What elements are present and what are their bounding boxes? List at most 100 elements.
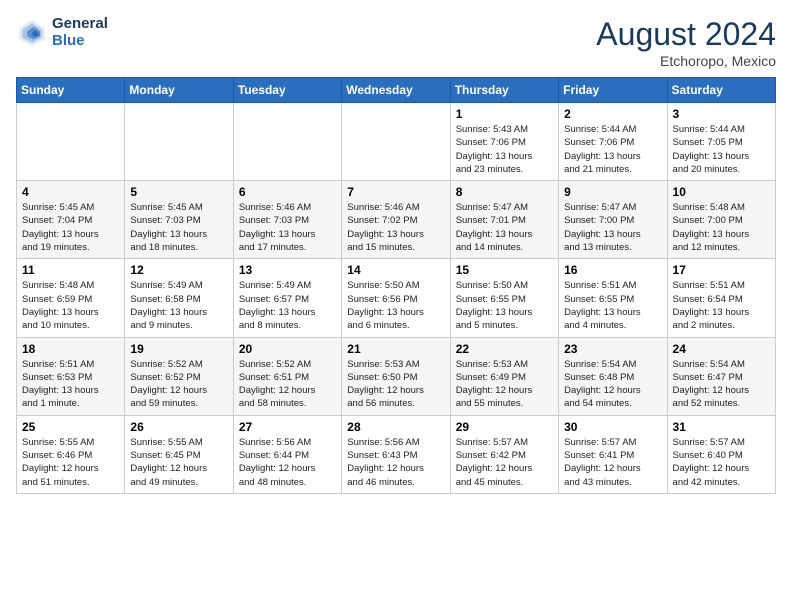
calendar-cell [17, 103, 125, 181]
calendar-cell: 19 Sunrise: 5:52 AM Sunset: 6:52 PM Dayli… [125, 337, 233, 415]
logo-icon [16, 17, 48, 49]
logo: General Blue [16, 16, 108, 49]
calendar-cell: 25 Sunrise: 5:55 AM Sunset: 6:46 PM Dayli… [17, 415, 125, 493]
day-info: Sunrise: 5:48 AM Sunset: 7:00 PM Dayligh… [673, 201, 770, 254]
calendar-cell: 12Sunrise: 5:49 AM Sunset: 6:58 PM Dayli… [125, 259, 233, 337]
day-number: 12 [130, 263, 227, 277]
day-info: Sunrise: 5:47 AM Sunset: 7:01 PM Dayligh… [456, 201, 553, 254]
day-info: Sunrise: 5:46 AM Sunset: 7:02 PM Dayligh… [347, 201, 444, 254]
calendar-cell: 16 Sunrise: 5:51 AM Sunset: 6:55 PM Dayli… [559, 259, 667, 337]
day-number: 19 [130, 342, 227, 356]
logo-general: General [52, 16, 108, 33]
header-thursday: Thursday [450, 78, 558, 103]
week-row-4: 18Sunrise: 5:51 AM Sunset: 6:53 PM Dayli… [17, 337, 776, 415]
day-info: Sunrise: 5:43 AM Sunset: 7:06 PM Dayligh… [456, 123, 553, 176]
day-info: Sunrise: 5:48 AM Sunset: 6:59 PM Dayligh… [22, 279, 119, 332]
day-info: Sunrise: 5:46 AM Sunset: 7:03 PM Dayligh… [239, 201, 336, 254]
day-number: 3 [673, 107, 770, 121]
day-number: 14 [347, 263, 444, 277]
day-info: Sunrise: 5:44 AM Sunset: 7:06 PM Dayligh… [564, 123, 661, 176]
day-number: 18 [22, 342, 119, 356]
day-number: 30 [564, 420, 661, 434]
day-info: Sunrise: 5:51 AM Sunset: 6:54 PM Dayligh… [673, 279, 770, 332]
calendar-cell: 23 Sunrise: 5:54 AM Sunset: 6:48 PM Dayli… [559, 337, 667, 415]
day-info: Sunrise: 5:45 AM Sunset: 7:04 PM Dayligh… [22, 201, 119, 254]
day-info: Sunrise: 5:51 AM Sunset: 6:55 PM Dayligh… [564, 279, 661, 332]
calendar-cell: 11 Sunrise: 5:48 AM Sunset: 6:59 PM Dayli… [17, 259, 125, 337]
day-number: 22 [456, 342, 553, 356]
calendar-cell: 8 Sunrise: 5:47 AM Sunset: 7:01 PM Daylig… [450, 181, 558, 259]
title-area: August 2024 Etchoropo, Mexico [596, 16, 776, 69]
day-info: Sunrise: 5:52 AM Sunset: 6:52 PM Dayligh… [130, 358, 227, 411]
day-info: Sunrise: 5:54 AM Sunset: 6:48 PM Dayligh… [564, 358, 661, 411]
day-info: Sunrise: 5:47 AM Sunset: 7:00 PM Dayligh… [564, 201, 661, 254]
calendar-cell: 9 Sunrise: 5:47 AM Sunset: 7:00 PM Daylig… [559, 181, 667, 259]
day-number: 17 [673, 263, 770, 277]
day-number: 28 [347, 420, 444, 434]
day-number: 21 [347, 342, 444, 356]
day-info: Sunrise: 5:56 AM Sunset: 6:43 PM Dayligh… [347, 436, 444, 489]
week-row-1: 1 Sunrise: 5:43 AM Sunset: 7:06 PM Daylig… [17, 103, 776, 181]
calendar-cell: 28 Sunrise: 5:56 AM Sunset: 6:43 PM Dayli… [342, 415, 450, 493]
day-info: Sunrise: 5:50 AM Sunset: 6:55 PM Dayligh… [456, 279, 553, 332]
header-sunday: Sunday [17, 78, 125, 103]
day-number: 25 [22, 420, 119, 434]
day-number: 15 [456, 263, 553, 277]
calendar-cell: 13 Sunrise: 5:49 AM Sunset: 6:57 PM Dayli… [233, 259, 341, 337]
day-number: 5 [130, 185, 227, 199]
day-number: 26 [130, 420, 227, 434]
calendar-cell: 26 Sunrise: 5:55 AM Sunset: 6:45 PM Dayli… [125, 415, 233, 493]
day-info: Sunrise: 5:57 AM Sunset: 6:41 PM Dayligh… [564, 436, 661, 489]
calendar-cell: 29 Sunrise: 5:57 AM Sunset: 6:42 PM Dayli… [450, 415, 558, 493]
day-number: 23 [564, 342, 661, 356]
day-number: 16 [564, 263, 661, 277]
calendar-cell: 30 Sunrise: 5:57 AM Sunset: 6:41 PM Dayli… [559, 415, 667, 493]
day-info: Sunrise: 5:55 AM Sunset: 6:45 PM Dayligh… [130, 436, 227, 489]
calendar-cell: 18Sunrise: 5:51 AM Sunset: 6:53 PM Dayli… [17, 337, 125, 415]
header-tuesday: Tuesday [233, 78, 341, 103]
calendar-cell: 17 Sunrise: 5:51 AM Sunset: 6:54 PM Dayli… [667, 259, 775, 337]
day-number: 11 [22, 263, 119, 277]
calendar-cell: 15 Sunrise: 5:50 AM Sunset: 6:55 PM Dayli… [450, 259, 558, 337]
calendar-cell: 24 Sunrise: 5:54 AM Sunset: 6:47 PM Dayli… [667, 337, 775, 415]
day-info: Sunrise: 5:45 AM Sunset: 7:03 PM Dayligh… [130, 201, 227, 254]
calendar-cell: 1 Sunrise: 5:43 AM Sunset: 7:06 PM Daylig… [450, 103, 558, 181]
day-info: Sunrise: 5:56 AM Sunset: 6:44 PM Dayligh… [239, 436, 336, 489]
header-friday: Friday [559, 78, 667, 103]
day-number: 29 [456, 420, 553, 434]
day-info: Sunrise: 5:57 AM Sunset: 6:42 PM Dayligh… [456, 436, 553, 489]
header-monday: Monday [125, 78, 233, 103]
day-number: 8 [456, 185, 553, 199]
day-number: 1 [456, 107, 553, 121]
day-info: Sunrise: 5:57 AM Sunset: 6:40 PM Dayligh… [673, 436, 770, 489]
day-number: 27 [239, 420, 336, 434]
calendar-cell: 27 Sunrise: 5:56 AM Sunset: 6:44 PM Dayli… [233, 415, 341, 493]
calendar-header: SundayMondayTuesdayWednesdayThursdayFrid… [17, 78, 776, 103]
calendar-body: 1 Sunrise: 5:43 AM Sunset: 7:06 PM Daylig… [17, 103, 776, 494]
day-number: 7 [347, 185, 444, 199]
calendar-cell: 10Sunrise: 5:48 AM Sunset: 7:00 PM Dayli… [667, 181, 775, 259]
calendar-cell [233, 103, 341, 181]
day-number: 24 [673, 342, 770, 356]
calendar-cell: 2Sunrise: 5:44 AM Sunset: 7:06 PM Daylig… [559, 103, 667, 181]
day-number: 31 [673, 420, 770, 434]
header-row: SundayMondayTuesdayWednesdayThursdayFrid… [17, 78, 776, 103]
day-number: 9 [564, 185, 661, 199]
calendar-cell: 4Sunrise: 5:45 AM Sunset: 7:04 PM Daylig… [17, 181, 125, 259]
day-info: Sunrise: 5:49 AM Sunset: 6:57 PM Dayligh… [239, 279, 336, 332]
calendar-cell: 3Sunrise: 5:44 AM Sunset: 7:05 PM Daylig… [667, 103, 775, 181]
calendar-cell: 7 Sunrise: 5:46 AM Sunset: 7:02 PM Daylig… [342, 181, 450, 259]
logo-blue: Blue [52, 33, 108, 50]
calendar-cell: 14Sunrise: 5:50 AM Sunset: 6:56 PM Dayli… [342, 259, 450, 337]
calendar-cell: 5 Sunrise: 5:45 AM Sunset: 7:03 PM Daylig… [125, 181, 233, 259]
calendar-cell [342, 103, 450, 181]
day-number: 13 [239, 263, 336, 277]
location-subtitle: Etchoropo, Mexico [596, 53, 776, 69]
header-wednesday: Wednesday [342, 78, 450, 103]
day-info: Sunrise: 5:55 AM Sunset: 6:46 PM Dayligh… [22, 436, 119, 489]
header-saturday: Saturday [667, 78, 775, 103]
day-info: Sunrise: 5:54 AM Sunset: 6:47 PM Dayligh… [673, 358, 770, 411]
calendar-table: SundayMondayTuesdayWednesdayThursdayFrid… [16, 77, 776, 494]
week-row-2: 4Sunrise: 5:45 AM Sunset: 7:04 PM Daylig… [17, 181, 776, 259]
day-info: Sunrise: 5:52 AM Sunset: 6:51 PM Dayligh… [239, 358, 336, 411]
